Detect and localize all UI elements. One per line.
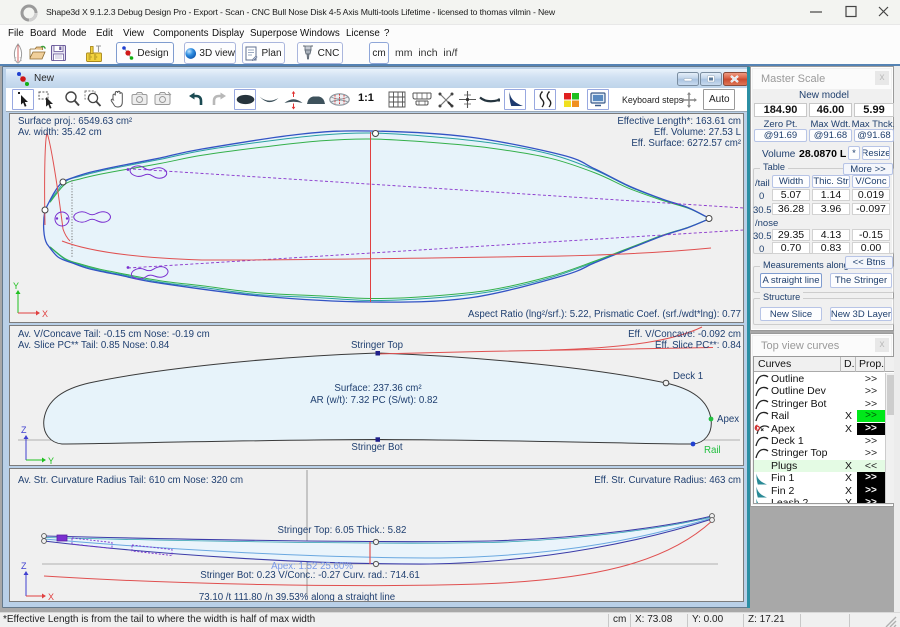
svg-text:Stringer Top: 6.05 Thick.: 5.8: Stringer Top: 6.05 Thick.: 5.82 [278, 525, 407, 536]
svg-text:Y: Y [13, 281, 19, 291]
svg-text:Apex: 1.52 25.60%: Apex: 1.52 25.60% [271, 561, 353, 572]
svg-text:Y: Y [48, 456, 54, 465]
svg-text:Av. Slice PC** Tail: 0.85 Nos: Av. Slice PC** Tail: 0.85 Nose: 0.84 [18, 340, 170, 351]
svg-text:Av. width: 35.42 cm: Av. width: 35.42 cm [18, 127, 102, 138]
svg-text:73.10 /t 111.80 /n 39.53% alon: 73.10 /t 111.80 /n 39.53% along a straig… [199, 592, 395, 601]
svg-text:Surface: 237.36 cm²: Surface: 237.36 cm² [334, 383, 422, 394]
svg-text:Z: Z [21, 561, 27, 571]
svg-text:X: X [48, 592, 54, 601]
svg-text:Stringer Bot: Stringer Bot [351, 442, 402, 453]
svg-text:Av. V/Concave Tail: -0.15 cm N: Av. V/Concave Tail: -0.15 cm Nose: -0.19… [18, 329, 210, 340]
svg-text:Deck 1: Deck 1 [673, 371, 703, 382]
svg-text:X: X [42, 309, 48, 319]
svg-text:AR (w/t): 7.32 PC (S/wt): 0.82: AR (w/t): 7.32 PC (S/wt): 0.82 [310, 395, 438, 406]
svg-text:Z: Z [21, 425, 27, 435]
svg-text:Eff. Slice PC**: 0.84: Eff. Slice PC**: 0.84 [655, 340, 742, 351]
svg-text:Eff. Str. Curvature Radius: 46: Eff. Str. Curvature Radius: 463 cm [594, 475, 741, 486]
svg-text:Effective Length*: 163.61 cm: Effective Length*: 163.61 cm [617, 116, 741, 127]
svg-text:Stringer Top: Stringer Top [351, 340, 403, 351]
svg-text:Eff. V/Concave: -0.092 cm: Eff. V/Concave: -0.092 cm [628, 329, 741, 340]
svg-text:Surface proj.: 6549.63 cm²: Surface proj.: 6549.63 cm² [18, 116, 133, 127]
svg-text:Apex: Apex [717, 414, 739, 425]
svg-text:Av. Str. Curvature Radius Tail: Av. Str. Curvature Radius Tail: 610 cm N… [18, 475, 243, 486]
svg-text:Eff. Surface: 6272.57 cm²: Eff. Surface: 6272.57 cm² [631, 138, 741, 149]
svg-text:Rail: Rail [704, 445, 721, 456]
svg-text:Aspect Ratio (lng²/srf.): 5.2: Aspect Ratio (lng²/srf.): 5.22, Prismati… [468, 309, 741, 320]
svg-text:Eff. Volume: 27.53 L: Eff. Volume: 27.53 L [654, 127, 742, 138]
